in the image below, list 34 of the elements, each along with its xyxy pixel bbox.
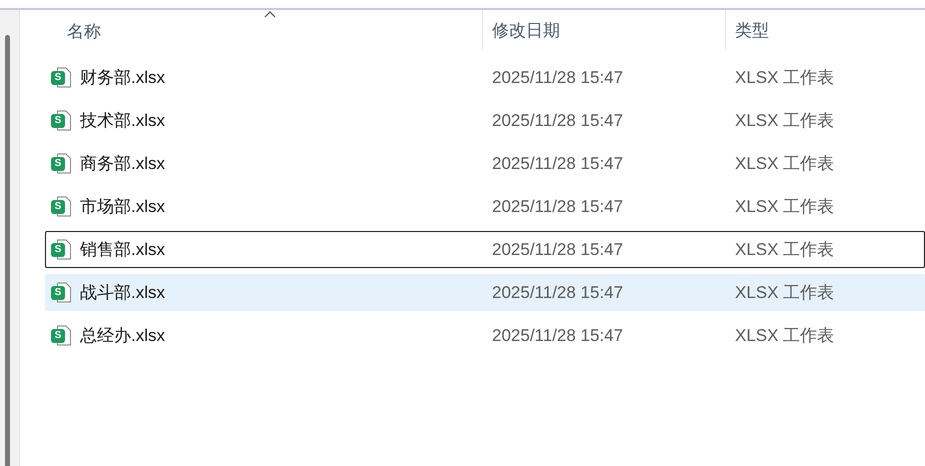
file-name: 市场部.xlsx — [80, 196, 165, 218]
scrollbar-thumb[interactable] — [5, 35, 10, 466]
file-name: 商务部.xlsx — [80, 153, 165, 175]
file-type: XLSX 工作表 — [734, 239, 836, 261]
file-row[interactable]: S 市场部.xlsx 2025/11/28 15:47 XLSX 工作表 — [45, 188, 925, 225]
column-header[interactable]: 类型 — [725, 10, 925, 50]
modified-date: 2025/11/28 15:47 — [491, 110, 624, 130]
scrollbar[interactable] — [0, 10, 20, 466]
file-name: 战斗部.xlsx — [80, 282, 165, 304]
sort-ascending-icon — [264, 11, 276, 18]
modified-date: 2025/11/28 15:47 — [491, 154, 624, 174]
file-row[interactable]: S 总经办.xlsx 2025/11/28 15:47 XLSX 工作表 — [45, 317, 925, 354]
file-type: XLSX 工作表 — [734, 67, 836, 89]
file-name: 总经办.xlsx — [80, 325, 165, 347]
file-type: XLSX 工作表 — [734, 282, 836, 304]
modified-date: 2025/11/28 15:47 — [491, 282, 624, 302]
file-type: XLSX 工作表 — [734, 325, 836, 347]
column-header[interactable]: 名称 — [45, 10, 482, 52]
modified-date: 2025/11/28 15:47 — [491, 68, 624, 88]
file-name: 销售部.xlsx — [80, 239, 165, 261]
column-header[interactable]: 修改日期 — [482, 10, 725, 50]
file-row[interactable]: S 财务部.xlsx 2025/11/28 15:47 XLSX 工作表 — [45, 59, 925, 96]
file-row[interactable]: S 战斗部.xlsx 2025/11/28 15:47 XLSX 工作表 — [45, 274, 925, 311]
file-row[interactable]: S 销售部.xlsx 2025/11/28 15:47 XLSX 工作表 — [45, 231, 925, 268]
file-row[interactable]: S 技术部.xlsx 2025/11/28 15:47 XLSX 工作表 — [45, 102, 925, 139]
modified-date: 2025/11/28 15:47 — [491, 240, 624, 260]
file-row[interactable]: S 商务部.xlsx 2025/11/28 15:47 XLSX 工作表 — [45, 145, 925, 182]
file-name: 技术部.xlsx — [80, 110, 165, 132]
modified-date: 2025/11/28 15:47 — [491, 196, 624, 216]
modified-date: 2025/11/28 15:47 — [491, 326, 624, 346]
file-type: XLSX 工作表 — [734, 196, 836, 218]
file-type: XLSX 工作表 — [734, 110, 836, 132]
file-type: XLSX 工作表 — [734, 153, 836, 175]
file-name: 财务部.xlsx — [80, 67, 165, 89]
